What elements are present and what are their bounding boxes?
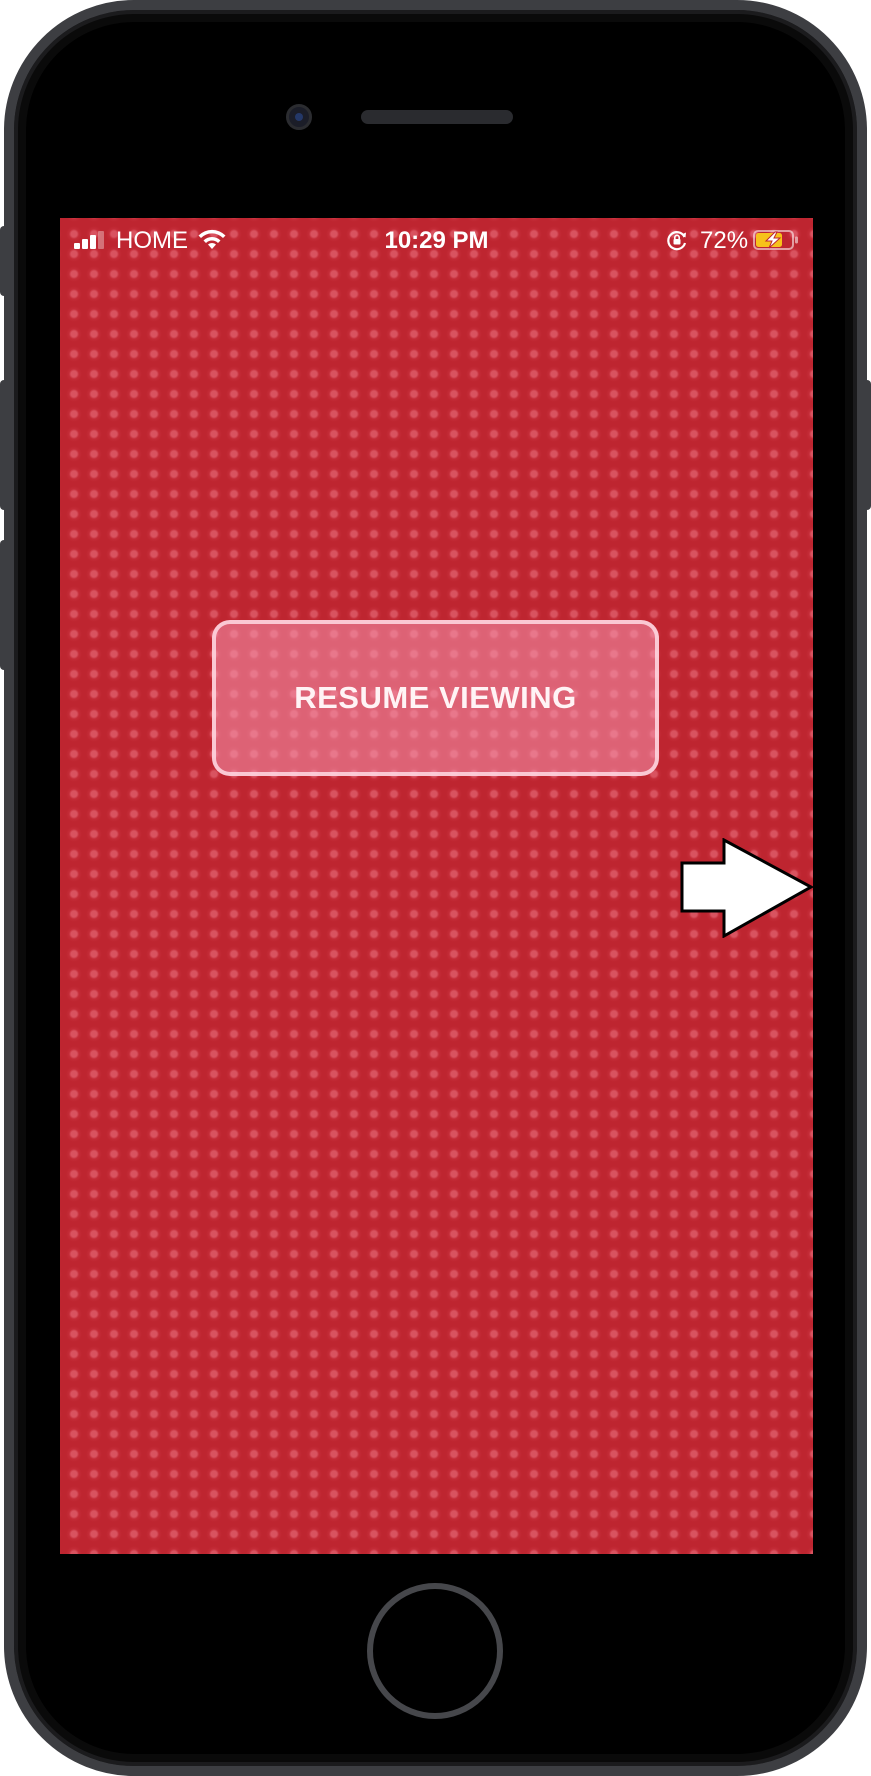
- resume-viewing-button[interactable]: RESUME VIEWING: [212, 620, 659, 776]
- battery-charging-icon: [753, 230, 798, 250]
- home-button[interactable]: [367, 1583, 503, 1719]
- battery-percent: 72%: [700, 227, 749, 254]
- screen: HOME 10:29 PM 72% RESUME VIEWING: [60, 218, 813, 1554]
- front-camera: [286, 104, 312, 130]
- status-bar: HOME 10:29 PM 72%: [60, 218, 813, 260]
- orientation-lock-icon: [667, 231, 687, 251]
- right-arrow-icon[interactable]: [680, 838, 813, 938]
- mute-switch: [0, 226, 10, 296]
- volume-up-button: [0, 380, 10, 510]
- power-button: [861, 380, 871, 510]
- volume-down-button: [0, 540, 10, 670]
- earpiece-speaker: [361, 110, 513, 124]
- resume-viewing-label: RESUME VIEWING: [294, 680, 577, 715]
